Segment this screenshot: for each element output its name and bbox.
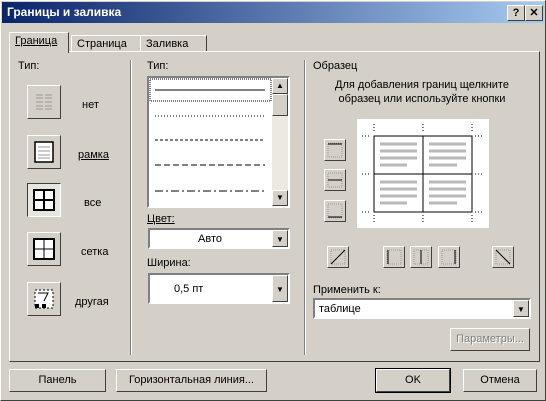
width-select[interactable]: 0,5 пт ▼ — [148, 273, 290, 304]
all-border-icon — [33, 189, 55, 211]
top-border-icon — [327, 142, 343, 158]
horizontal-line-button[interactable]: Горизонтальная линия... — [116, 369, 267, 392]
list-scrollbar[interactable]: ▲ ▼ — [272, 78, 288, 206]
close-button[interactable]: ✕ — [525, 5, 543, 21]
tab-borders[interactable]: Граница — [9, 32, 69, 53]
separator — [304, 60, 306, 355]
separator — [130, 60, 132, 355]
scroll-down-arrow-icon[interactable]: ▼ — [272, 190, 288, 206]
grid-border-icon — [33, 238, 55, 260]
setting-all-label: все — [84, 197, 102, 209]
dropdown-arrow-icon[interactable]: ▼ — [272, 275, 288, 302]
color-value: Авто — [198, 232, 222, 245]
cancel-button[interactable]: Отмена — [463, 369, 537, 392]
dropdown-arrow-icon[interactable]: ▼ — [272, 230, 288, 247]
scroll-thumb[interactable] — [272, 94, 288, 116]
bottom-border-button[interactable] — [324, 200, 346, 222]
help-button[interactable]: ? — [507, 5, 525, 21]
setting-grid-label: сетка — [81, 246, 109, 258]
tab-shading[interactable]: Заливка — [140, 35, 207, 52]
inside-vertical-border-button[interactable] — [410, 246, 432, 268]
color-select[interactable]: Авто ▼ — [148, 228, 290, 249]
setting-label: Тип: — [18, 60, 40, 72]
left-border-icon — [386, 249, 402, 265]
right-border-icon — [441, 249, 457, 265]
borders-shading-dialog: Границы и заливка ? ✕ Граница Страница З… — [0, 0, 546, 401]
window-title: Границы и заливка — [7, 5, 122, 19]
diagonal-down-border-icon — [495, 249, 511, 265]
setting-custom-button[interactable] — [27, 282, 61, 316]
preview-hint: Для добавления границ щелкните образец и… — [335, 79, 509, 105]
setting-none-label: нет — [82, 99, 99, 111]
options-button[interactable]: Параметры... — [450, 328, 530, 351]
box-border-icon — [34, 141, 54, 163]
bottom-border-icon — [327, 203, 343, 219]
title-bar: Границы и заливка ? ✕ — [2, 2, 544, 23]
right-border-button[interactable] — [438, 246, 460, 268]
tab-panel: Тип: нет рамка все сетка другая Тип: ▲ ▼… — [9, 51, 540, 362]
apply-to-value: таблице — [319, 302, 361, 315]
top-border-button[interactable] — [324, 139, 346, 161]
inside-vertical-border-icon — [413, 249, 429, 265]
scroll-up-arrow-icon[interactable]: ▲ — [272, 78, 288, 94]
apply-to-label: Применить к: — [313, 284, 381, 296]
inside-horizontal-border-button[interactable] — [324, 169, 346, 191]
border-preview[interactable] — [357, 119, 489, 228]
setting-none-button[interactable] — [27, 85, 61, 119]
diagonal-up-border-icon — [330, 249, 346, 265]
left-border-button[interactable] — [383, 246, 405, 268]
setting-box-button[interactable] — [27, 135, 61, 169]
setting-box-label: рамка — [78, 149, 109, 161]
line-style-list[interactable]: ▲ ▼ — [147, 76, 290, 208]
diagonal-up-border-button[interactable] — [327, 246, 349, 268]
dropdown-arrow-icon[interactable]: ▼ — [513, 300, 529, 317]
none-border-icon — [36, 94, 52, 110]
toolbar-button[interactable]: Панель — [9, 369, 106, 392]
setting-grid-button[interactable] — [27, 232, 61, 266]
color-label: Цвет: — [147, 213, 175, 225]
inside-horizontal-border-icon — [327, 172, 343, 188]
tab-page-border[interactable]: Страница — [71, 35, 143, 52]
line-style-samples — [149, 78, 272, 192]
custom-border-icon — [34, 289, 54, 309]
width-label: Ширина: — [147, 257, 191, 269]
preview-label: Образец — [313, 60, 358, 72]
setting-custom-label: другая — [75, 296, 109, 308]
style-label: Тип: — [147, 60, 169, 72]
apply-to-select[interactable]: таблице ▼ — [313, 298, 531, 319]
setting-all-button[interactable] — [27, 183, 61, 217]
width-value: 0,5 пт — [174, 282, 204, 295]
diagonal-down-border-button[interactable] — [492, 246, 514, 268]
ok-button[interactable]: OK — [375, 368, 451, 393]
